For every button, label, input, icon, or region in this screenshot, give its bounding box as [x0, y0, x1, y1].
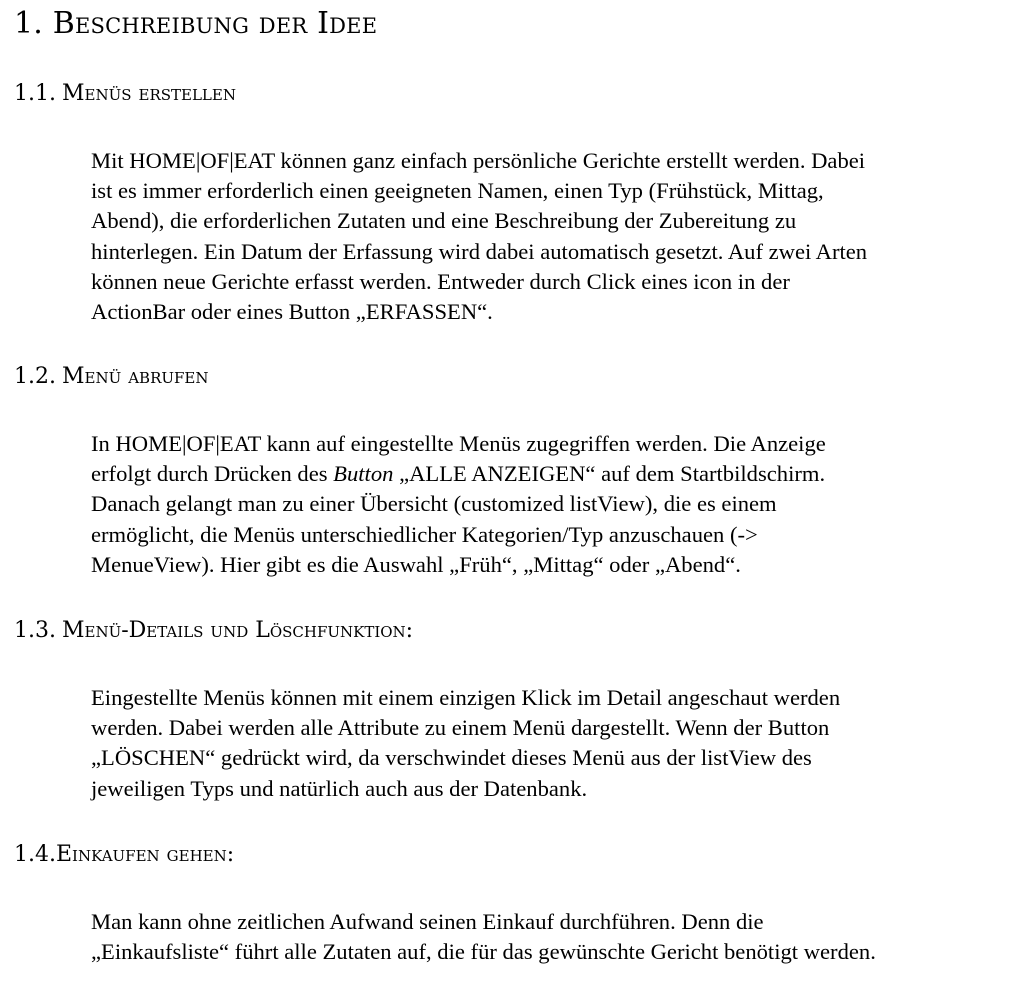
- subsection-title: Menüs erstellen: [61, 81, 236, 106]
- section-heading: 1. Beschreibung der Idee: [14, 4, 377, 44]
- subsection-heading-1-4: 1.4.Einkaufen gehen:: [14, 840, 234, 870]
- paragraph-line: Eingestellte Menüs können mit einem einz…: [91, 685, 841, 710]
- paragraph-menu-details: Eingestellte Menüs können mit einem einz…: [91, 683, 1016, 804]
- paragraph-line: ermöglicht, die Menüs unterschiedlicher …: [91, 521, 758, 547]
- italic-text-run: Button: [333, 461, 394, 487]
- subsection-number: 1.1.: [14, 81, 56, 106]
- subsection-heading-1-2: 1.2. Menü abrufen: [14, 362, 209, 392]
- paragraph-line: werden. Dabei werden alle Attribute zu e…: [91, 715, 830, 741]
- paragraph-menus-erstellen: Mit HOME|OF|EAT können ganz einfach pers…: [91, 146, 1016, 327]
- paragraph-line: können neue Gerichte erfasst werden. Ent…: [91, 268, 790, 294]
- paragraph-line: „Einkaufsliste“ führt alle Zutaten auf, …: [91, 939, 876, 965]
- subsection-title: Menü-Details und Löschfunktion:: [61, 618, 414, 643]
- paragraph-line: Man kann ohne zeitlichen Aufwand seinen …: [91, 909, 764, 934]
- section-number: 1.: [14, 6, 44, 41]
- subsection-number: 1.4.: [14, 842, 56, 867]
- subsection-heading-1-1: 1.1. Menüs erstellen: [14, 79, 236, 109]
- subsection-number: 1.3.: [14, 618, 56, 643]
- paragraph-line: ActionBar oder eines Button „ERFASSEN“.: [91, 299, 493, 325]
- paragraph-einkaufen: Man kann ohne zeitlichen Aufwand seinen …: [91, 907, 1016, 967]
- subsection-title: Menü abrufen: [61, 364, 209, 389]
- subsection-heading-1-3: 1.3. Menü-Details und Löschfunktion:: [14, 616, 413, 646]
- paragraph-line: jeweiligen Typs und natürlich auch aus d…: [91, 775, 588, 801]
- paragraph-line: In HOME|OF|EAT kann auf eingestellte Men…: [91, 431, 826, 456]
- paragraph-line: MenueView). Hier gibt es die Auswahl „Fr…: [91, 551, 741, 577]
- text-run: „ALLE ANZEIGEN“ auf dem Startbildschirm.: [393, 461, 826, 487]
- paragraph-line: Danach gelangt man zu einer Übersicht (c…: [91, 491, 777, 517]
- subsection-number: 1.2.: [14, 364, 56, 389]
- paragraph-line: ist es immer erforderlich einen geeignet…: [91, 178, 824, 204]
- section-title: Beschreibung der Idee: [52, 6, 378, 41]
- subsection-title: Einkaufen gehen:: [55, 842, 235, 867]
- paragraph-line: Abend), die erforderlichen Zutaten und e…: [91, 208, 797, 234]
- text-run: erfolgt durch Drücken des: [91, 461, 334, 487]
- document-page: 1. Beschreibung der Idee 1.1. Menüs erste…: [0, 0, 1027, 991]
- paragraph-line: Mit HOME|OF|EAT können ganz einfach pers…: [91, 148, 866, 173]
- paragraph-menu-abrufen: In HOME|OF|EAT kann auf eingestellte Men…: [91, 429, 1016, 580]
- paragraph-line: „LÖSCHEN“ gedrückt wird, da verschwindet…: [91, 745, 812, 771]
- paragraph-line: hinterlegen. Ein Datum der Erfassung wir…: [91, 238, 868, 264]
- paragraph-line: erfolgt durch Drücken des Button „ALLE A…: [91, 459, 1016, 489]
